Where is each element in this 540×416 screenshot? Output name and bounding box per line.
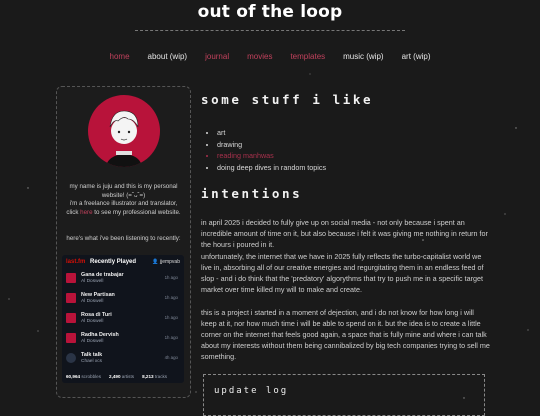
update-log-heading: update log bbox=[214, 386, 289, 396]
profile-card: my name is juju and this is my personal … bbox=[56, 86, 191, 398]
update-log-box: update log bbox=[203, 374, 485, 416]
track-row[interactable]: Talk talk Chael xcs 4h ago bbox=[66, 351, 180, 370]
title-divider bbox=[135, 30, 405, 31]
list-item: doing deep dives in random topics bbox=[217, 162, 326, 174]
album-art-icon bbox=[66, 353, 76, 363]
list-item: art bbox=[217, 127, 326, 139]
nav-about[interactable]: about (wip) bbox=[148, 52, 188, 61]
track-row[interactable]: New Partisan Al Doswell 1h ago bbox=[66, 291, 180, 310]
list-item: drawing bbox=[217, 139, 326, 151]
nav-templates[interactable]: templates bbox=[290, 52, 325, 61]
main-nav: home about (wip) journal movies template… bbox=[0, 52, 540, 61]
avatar bbox=[88, 95, 160, 167]
intentions-paragraph: this is a project i started in a moment … bbox=[201, 308, 490, 362]
track-row[interactable]: Rosa di Turi Al Doswell 1h ago bbox=[66, 311, 180, 330]
lastfm-stats: 60,964 scrobbles 2,490 artists 8,213 tra… bbox=[66, 374, 168, 379]
nav-art[interactable]: art (wip) bbox=[402, 52, 431, 61]
track-row[interactable]: Gana de trabajar Al Doswell 1h ago bbox=[66, 271, 180, 290]
nav-home[interactable]: home bbox=[110, 52, 130, 61]
track-row[interactable]: Radha Dervish Al Doswell 1h ago bbox=[66, 331, 180, 350]
nav-movies[interactable]: movies bbox=[247, 52, 272, 61]
album-art-icon bbox=[66, 333, 76, 343]
intentions-heading: intentions bbox=[201, 186, 303, 201]
album-art-icon bbox=[66, 273, 76, 283]
site-title: out of the loop bbox=[197, 2, 343, 22]
lastfm-header: last.fm Recently Played 👤 jjempvab bbox=[66, 259, 180, 265]
album-art-icon bbox=[66, 313, 76, 323]
professional-site-link[interactable]: here bbox=[80, 209, 92, 216]
list-item-link[interactable]: reading manhwas bbox=[217, 150, 326, 162]
listening-caption: here's what i've been listening to recen… bbox=[66, 235, 181, 242]
intentions-paragraph: in april 2025 i decided to fully give up… bbox=[201, 218, 488, 250]
nav-journal[interactable]: journal bbox=[205, 52, 229, 61]
likes-list: art drawing reading manhwas doing deep d… bbox=[208, 127, 326, 173]
nav-music[interactable]: music (wip) bbox=[343, 52, 383, 61]
lastfm-logo: last.fm bbox=[66, 259, 86, 265]
intentions-paragraph: unfortunately, the internet that we have… bbox=[201, 252, 484, 295]
album-art-icon bbox=[66, 293, 76, 303]
likes-heading: some stuff i like bbox=[201, 92, 374, 107]
lastfm-user[interactable]: 👤 jjempvab bbox=[152, 259, 180, 265]
bio-text: my name is juju and this is my personal … bbox=[66, 183, 181, 216]
lastfm-widget[interactable]: last.fm Recently Played 👤 jjempvab Gana … bbox=[62, 255, 184, 383]
